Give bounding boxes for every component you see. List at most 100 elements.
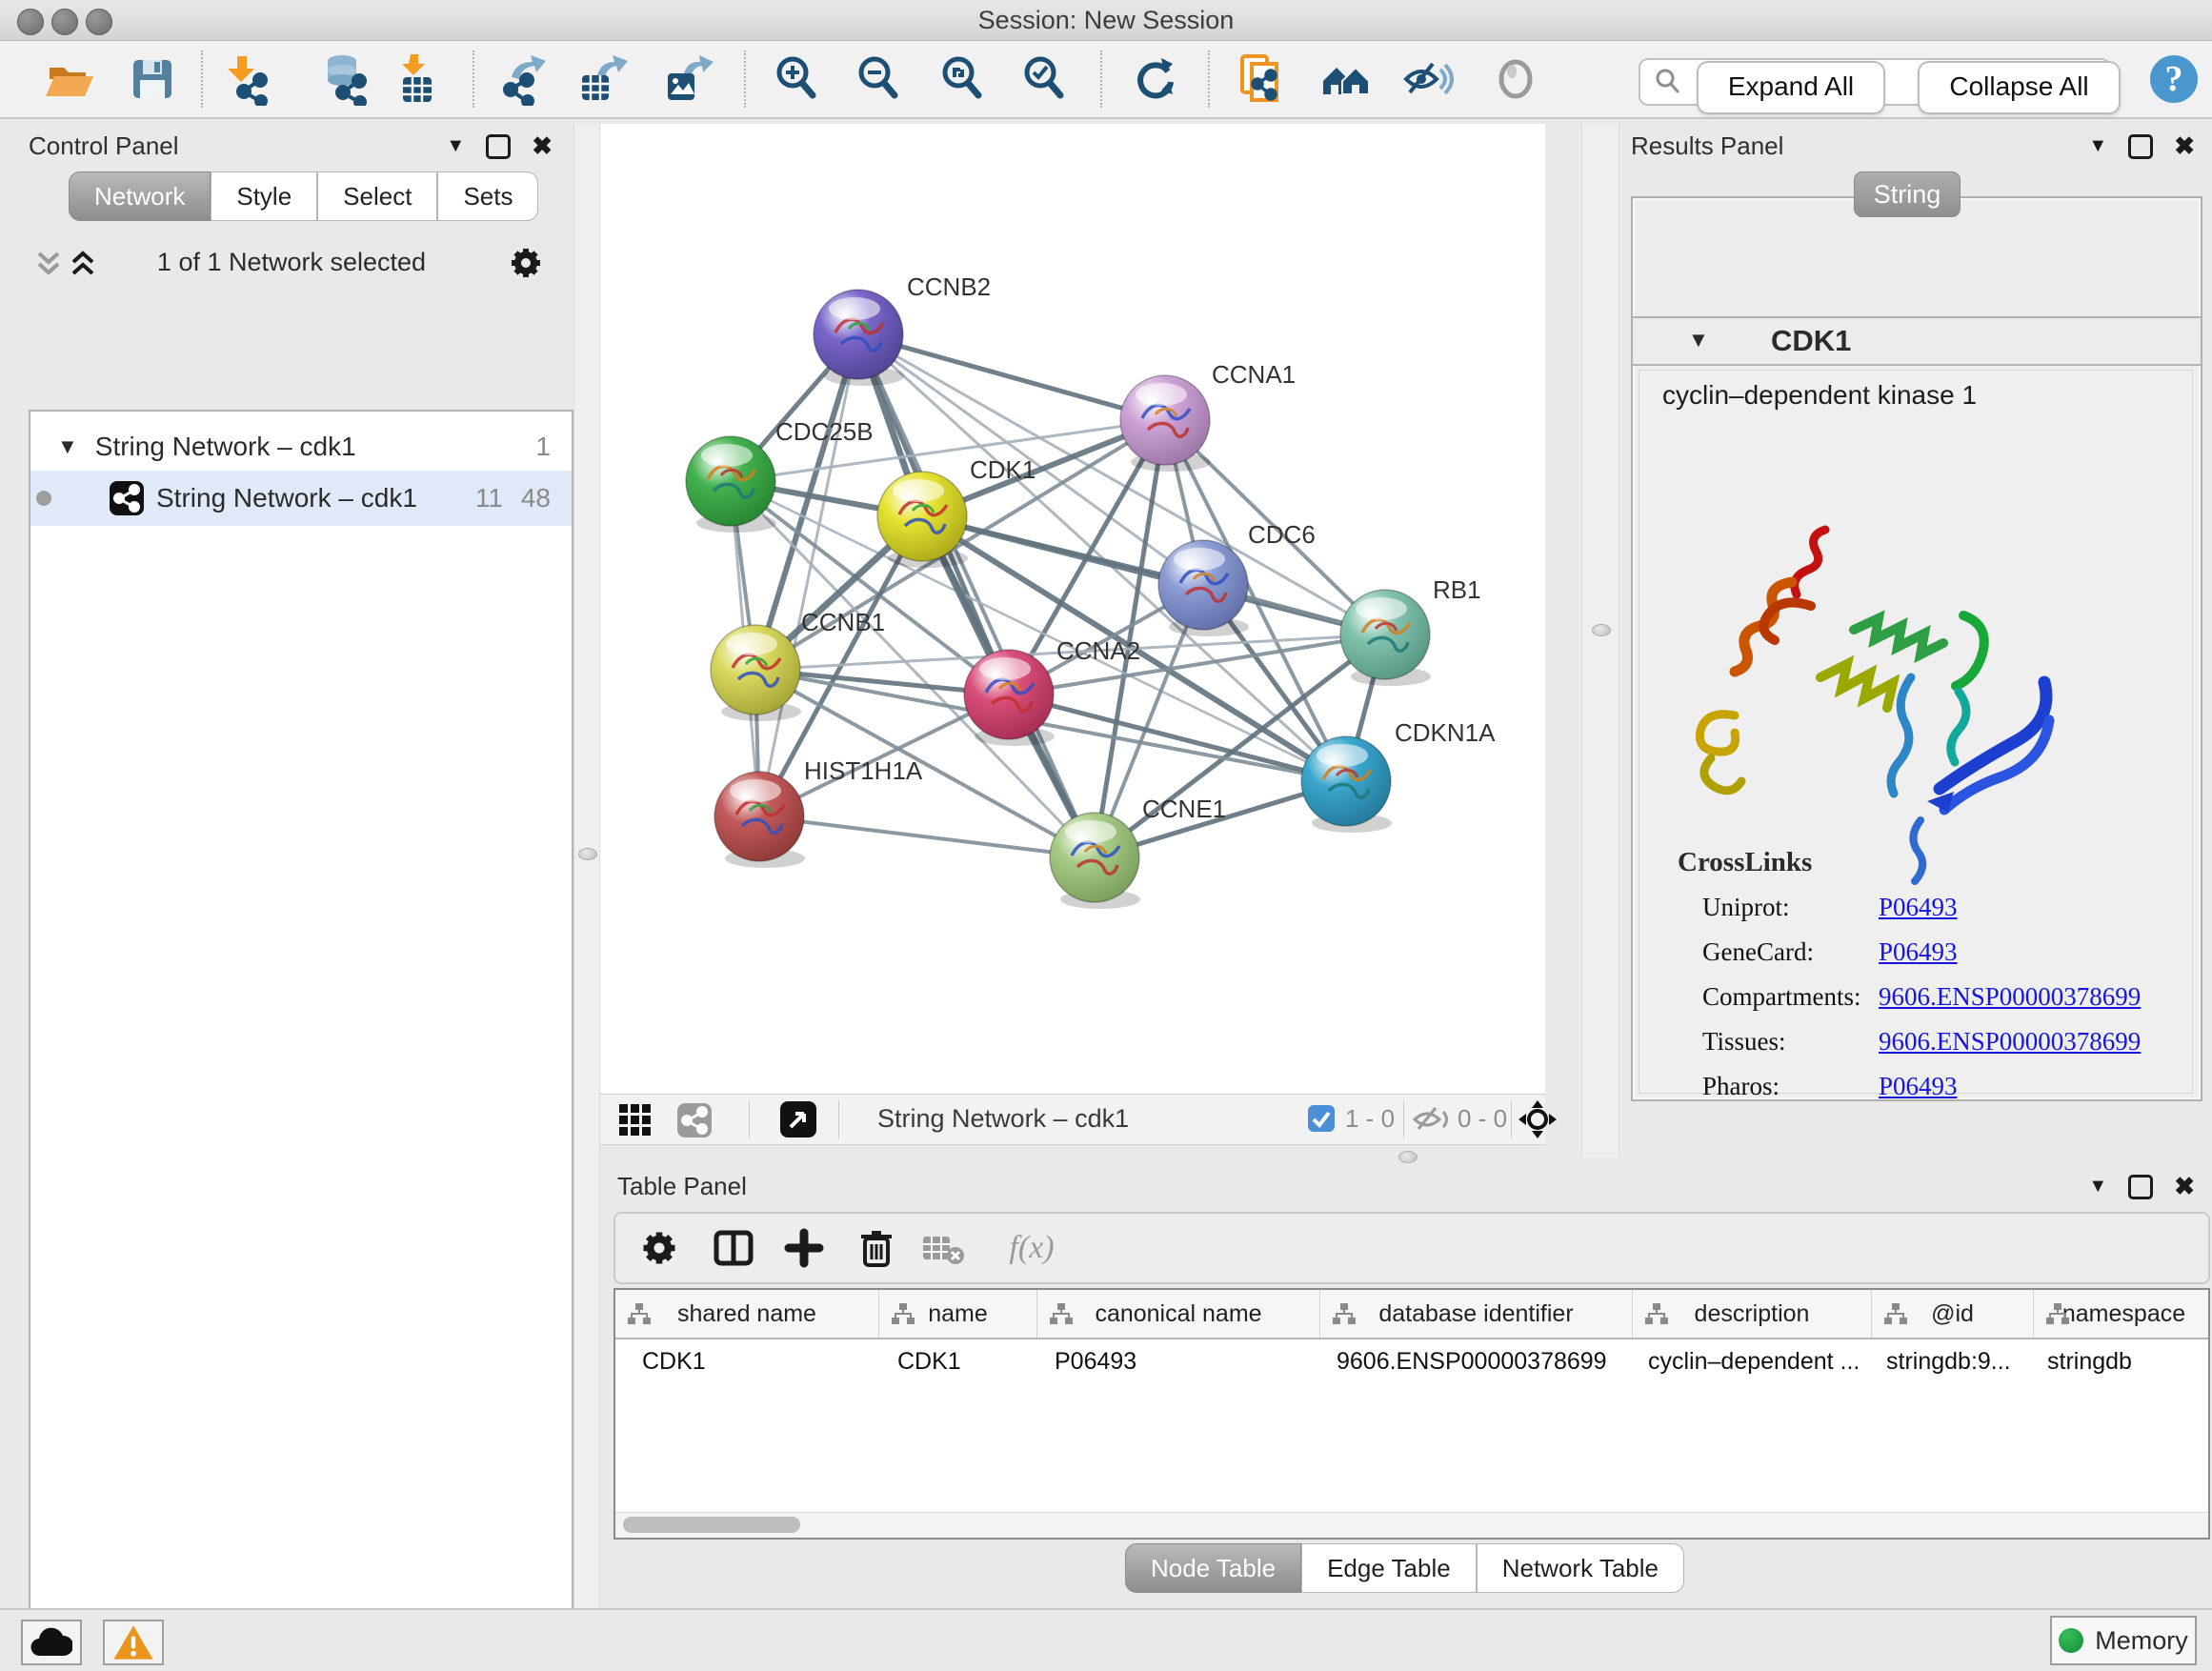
network-edge-CCNB2-HIST1H1A[interactable] xyxy=(759,334,858,816)
warnings-button[interactable] xyxy=(103,1620,164,1665)
export-table-button[interactable] xyxy=(576,52,630,106)
show-column-button[interactable] xyxy=(709,1223,758,1273)
home-button[interactable] xyxy=(1319,52,1373,106)
network-canvas[interactable]: CCNB2CCNA1CDC25BCDK1CDC6RB1CCNB1CCNA2CDK… xyxy=(600,124,1545,1094)
tab-network[interactable]: Network xyxy=(69,171,211,221)
refresh-layout-button[interactable] xyxy=(1129,52,1182,106)
column-header-namespace[interactable]: namespace xyxy=(2034,1290,2210,1338)
splitter-handle-icon[interactable] xyxy=(1592,624,1611,636)
tab-select[interactable]: Select xyxy=(317,171,437,221)
column-header-canonicalname[interactable]: canonical name xyxy=(1037,1290,1320,1338)
table-cell[interactable]: stringdb xyxy=(2028,1348,2208,1376)
right-splitter[interactable] xyxy=(1581,124,1619,1158)
left-splitter[interactable] xyxy=(573,124,600,1608)
section-collapse-icon[interactable]: ▼ xyxy=(1688,328,1709,352)
help-button[interactable]: ? xyxy=(2147,52,2201,106)
tab-network-table[interactable]: Network Table xyxy=(1477,1543,1684,1593)
table-cell[interactable]: CDK1 xyxy=(878,1348,1036,1376)
zoom-in-button[interactable] xyxy=(770,52,823,106)
crosslink-link[interactable]: 9606.ENSP00000378699 xyxy=(1879,982,2141,1012)
float-panel-icon[interactable] xyxy=(2128,134,2153,159)
crosslink-link[interactable]: P06493 xyxy=(1879,893,1958,922)
network-node-CCNB1[interactable] xyxy=(711,625,801,721)
zoom-window-icon[interactable] xyxy=(86,9,112,35)
import-table-button[interactable] xyxy=(390,52,443,106)
memory-button[interactable]: Memory xyxy=(2050,1616,2197,1665)
network-options-gear-icon[interactable] xyxy=(507,244,545,282)
close-panel-icon[interactable]: ✖ xyxy=(532,131,553,161)
network-edge-CCNA2-CDKN1A[interactable] xyxy=(1009,695,1346,781)
selected-checkbox-icon[interactable] xyxy=(1307,1104,1336,1133)
zoom-out-button[interactable] xyxy=(852,52,905,106)
close-window-icon[interactable] xyxy=(17,9,44,35)
network-row-selected[interactable]: String Network – cdk1 11 48 xyxy=(30,471,572,526)
scrollbar-thumb[interactable] xyxy=(623,1517,800,1533)
network-badge-icon[interactable] xyxy=(676,1102,713,1138)
delete-table-button-disabled[interactable] xyxy=(918,1223,968,1273)
column-header-description[interactable]: description xyxy=(1633,1290,1872,1338)
network-node-CDC25B[interactable] xyxy=(686,436,776,533)
create-column-button[interactable] xyxy=(779,1223,829,1273)
close-panel-icon[interactable]: ✖ xyxy=(2174,1172,2195,1201)
float-panel-icon[interactable] xyxy=(486,134,511,159)
tree-expand-icon[interactable]: ▼ xyxy=(57,434,78,459)
column-header-name[interactable]: name xyxy=(879,1290,1037,1338)
table-cell[interactable]: P06493 xyxy=(1036,1348,1317,1376)
crosslink-link[interactable]: P06493 xyxy=(1879,937,1958,967)
show-panels-button[interactable] xyxy=(1489,52,1542,106)
column-header-databaseidentifier[interactable]: database identifier xyxy=(1320,1290,1633,1338)
network-node-CCNE1[interactable] xyxy=(1050,813,1140,909)
splitter-handle-icon[interactable] xyxy=(578,848,597,860)
save-session-button[interactable] xyxy=(126,52,179,106)
import-network-database-button[interactable] xyxy=(319,52,372,106)
float-panel-icon[interactable] xyxy=(2128,1175,2153,1199)
export-network-button[interactable] xyxy=(498,52,552,106)
table-settings-button[interactable] xyxy=(634,1223,684,1273)
network-node-CCNA2[interactable] xyxy=(964,650,1055,746)
network-node-CDKN1A[interactable] xyxy=(1301,736,1392,833)
crosslink-link[interactable]: 9606.ENSP00000378699 xyxy=(1879,1027,2141,1057)
gene-section-header[interactable]: ▼ CDK1 xyxy=(1633,318,2201,366)
table-cell[interactable]: CDK1 xyxy=(615,1348,878,1376)
close-panel-icon[interactable]: ✖ xyxy=(2174,131,2195,161)
network-collection-row[interactable]: ▼ String Network – cdk1 1 xyxy=(30,423,572,471)
horizontal-scrollbar[interactable] xyxy=(615,1512,2208,1538)
delete-column-button[interactable] xyxy=(852,1223,901,1273)
function-builder-button-disabled[interactable]: f(x) xyxy=(989,1223,1075,1273)
tab-string[interactable]: String xyxy=(1854,171,1961,217)
panel-menu-icon[interactable]: ▼ xyxy=(446,135,465,157)
panel-menu-icon[interactable]: ▼ xyxy=(2088,1176,2107,1198)
tab-sets[interactable]: Sets xyxy=(437,171,538,221)
pan-target-icon[interactable] xyxy=(1518,1100,1557,1138)
collapse-all-button[interactable]: Collapse All xyxy=(1918,61,2121,114)
zoom-fit-button[interactable] xyxy=(935,52,989,106)
table-cell[interactable]: cyclin–dependent ... xyxy=(1629,1348,1867,1376)
tab-edge-table[interactable]: Edge Table xyxy=(1301,1543,1477,1593)
network-node-HIST1H1A[interactable] xyxy=(714,772,805,868)
table-splitter-handle-icon[interactable] xyxy=(1398,1151,1418,1163)
share-document-button[interactable] xyxy=(1235,52,1288,106)
column-header-sharedname[interactable]: shared name xyxy=(615,1290,879,1338)
export-image-button[interactable] xyxy=(661,52,714,106)
tab-node-table[interactable]: Node Table xyxy=(1125,1543,1301,1593)
network-edge-HIST1H1A-CCNE1[interactable] xyxy=(759,816,1095,857)
minimize-window-icon[interactable] xyxy=(51,9,78,35)
birds-eye-view-icon[interactable] xyxy=(617,1102,654,1138)
network-node-CDK1[interactable] xyxy=(877,472,968,568)
open-in-window-icon[interactable] xyxy=(779,1100,817,1138)
table-cell[interactable]: 9606.ENSP00000378699 xyxy=(1317,1348,1629,1376)
expand-all-button[interactable]: Expand All xyxy=(1697,61,1885,114)
crosslink-link[interactable]: P06493 xyxy=(1879,1072,1958,1101)
hide-panels-button[interactable] xyxy=(1400,52,1454,106)
network-node-RB1[interactable] xyxy=(1340,590,1431,686)
panel-menu-icon[interactable]: ▼ xyxy=(2088,135,2107,157)
network-node-CCNA1[interactable] xyxy=(1120,375,1211,472)
table-row[interactable]: CDK1CDK1P064939606.ENSP00000378699cyclin… xyxy=(615,1339,2208,1383)
table-cell[interactable]: stringdb:9... xyxy=(1867,1348,2028,1376)
cloud-button[interactable] xyxy=(21,1620,82,1665)
tab-style[interactable]: Style xyxy=(211,171,317,221)
column-header-id[interactable]: @id xyxy=(1872,1290,2034,1338)
import-network-file-button[interactable] xyxy=(220,52,273,106)
open-file-button[interactable] xyxy=(42,52,95,106)
zoom-selected-button[interactable] xyxy=(1017,52,1071,106)
